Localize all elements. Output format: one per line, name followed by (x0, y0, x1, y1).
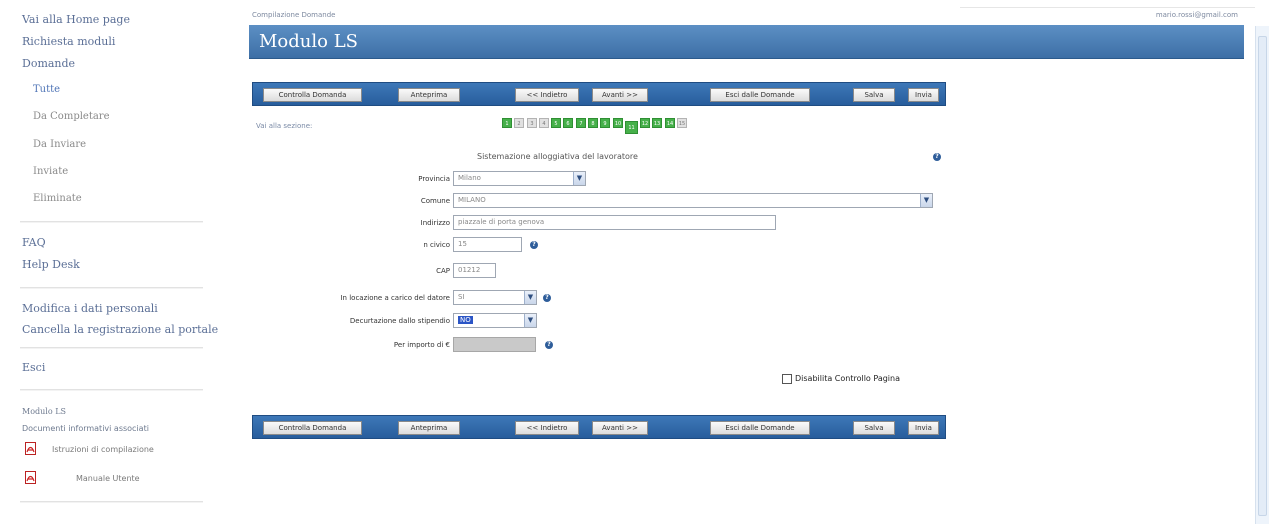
chevron-down-icon: ▼ (524, 291, 536, 304)
help-icon[interactable]: ? (545, 341, 553, 349)
provincia-value: Milano (458, 174, 481, 182)
chevron-down-icon: ▼ (524, 314, 536, 327)
civico-input[interactable]: 15 (453, 237, 522, 252)
faq-link[interactable]: FAQ (22, 236, 46, 249)
next-button[interactable]: Avanti >> (592, 88, 648, 102)
scrollbar[interactable] (1255, 26, 1269, 524)
home-link[interactable]: Vai alla Home page (22, 13, 130, 26)
locazione-select[interactable]: SI ▼ (453, 290, 537, 305)
cap-label: CAP (436, 267, 450, 275)
cap-value: 01212 (458, 266, 481, 274)
docs-heading: Documenti informativi associati (22, 424, 149, 433)
send-button[interactable]: Invia (908, 421, 939, 435)
back-button[interactable]: << Indietro (515, 421, 579, 435)
decurtazione-label: Decurtazione dallo stipendio (349, 317, 450, 325)
importo-label: Per importo di € (393, 341, 450, 349)
exit-applications-button[interactable]: Esci dalle Domande (710, 421, 810, 435)
section-title: Sistemazione alloggiativa del lavoratore (477, 152, 638, 161)
preview-button[interactable]: Anteprima (398, 88, 460, 102)
send-button[interactable]: Invia (908, 88, 939, 102)
help-desk-link[interactable]: Help Desk (22, 258, 80, 271)
applications-link[interactable]: Domande (22, 57, 75, 70)
request-forms-link[interactable]: Richiesta moduli (22, 35, 115, 48)
section-nav-item[interactable]: 5 (551, 118, 561, 128)
provincia-label: Provincia (418, 175, 450, 183)
scroll-thumb[interactable] (1258, 36, 1267, 516)
section-nav-item[interactable]: 10 (613, 118, 623, 128)
module-name: Modulo LS (22, 407, 66, 416)
help-icon[interactable]: ? (543, 294, 551, 302)
sidebar-divider (20, 501, 203, 503)
sidebar-divider (20, 221, 203, 223)
sidebar: Vai alla Home page Richiesta moduli Doma… (0, 0, 245, 524)
decurtazione-select[interactable]: NO ▼ (453, 313, 537, 328)
section-nav-item[interactable]: 9 (600, 118, 610, 128)
pdf-icon (25, 471, 36, 484)
help-icon[interactable]: ? (933, 153, 941, 161)
sidebar-item-all[interactable]: Tutte (33, 84, 60, 95)
civico-value: 15 (458, 240, 467, 248)
chevron-down-icon: ▼ (920, 194, 932, 207)
help-icon[interactable]: ? (530, 241, 538, 249)
next-button[interactable]: Avanti >> (592, 421, 648, 435)
edit-profile-link[interactable]: Modifica i dati personali (22, 302, 158, 315)
sidebar-item-to-complete[interactable]: Da Completare (33, 111, 110, 122)
bottom-toolbar: Controlla Domanda Anteprima << Indietro … (252, 415, 946, 439)
goto-section-label: Vai alla sezione: (256, 122, 313, 130)
save-button[interactable]: Salva (853, 421, 895, 435)
section-nav-item[interactable]: 6 (563, 118, 573, 128)
check-application-button[interactable]: Controlla Domanda (263, 88, 362, 102)
top-toolbar: Controlla Domanda Anteprima << Indietro … (252, 82, 946, 106)
section-nav-item[interactable]: 12 (640, 118, 650, 128)
breadcrumb: Compilazione Domande (252, 11, 336, 19)
section-nav-item[interactable]: 3 (527, 118, 537, 128)
decurtazione-value: NO (458, 316, 473, 324)
importo-input[interactable] (453, 337, 536, 352)
section-nav-item[interactable]: 4 (539, 118, 549, 128)
indirizzo-label: Indirizzo (420, 219, 450, 227)
sidebar-item-deleted[interactable]: Eliminate (33, 193, 82, 204)
check-application-button[interactable]: Controlla Domanda (263, 421, 362, 435)
pdf-icon (25, 442, 36, 455)
section-nav-item[interactable]: 8 (588, 118, 598, 128)
comune-select[interactable]: MILANO ▼ (453, 193, 933, 208)
provincia-select[interactable]: Milano ▼ (453, 171, 586, 186)
back-button[interactable]: << Indietro (515, 88, 579, 102)
comune-label: Comune (420, 197, 450, 205)
section-nav-item[interactable]: 1 (502, 118, 512, 128)
section-nav-item[interactable]: 14 (665, 118, 675, 128)
save-button[interactable]: Salva (853, 88, 895, 102)
sidebar-divider (20, 389, 203, 391)
header-line (960, 7, 1255, 8)
locazione-label: In locazione a carico del datore (340, 294, 450, 302)
instructions-doc-link[interactable]: Istruzioni di compilazione (52, 445, 154, 454)
civico-label: n civico (423, 241, 450, 249)
delete-registration-link[interactable]: Cancella la registrazione al portale (22, 323, 218, 336)
preview-button[interactable]: Anteprima (398, 421, 460, 435)
section-nav-item[interactable]: 7 (576, 118, 586, 128)
cap-input[interactable]: 01212 (453, 263, 496, 278)
user-email: mario.rossi@gmail.com (1155, 11, 1238, 19)
section-nav-item[interactable]: 13 (652, 118, 662, 128)
exit-link[interactable]: Esci (22, 361, 45, 374)
indirizzo-input[interactable]: piazzale di porta genova (453, 215, 776, 230)
page-title: Modulo LS (259, 31, 358, 52)
chevron-down-icon: ▼ (573, 172, 585, 185)
sidebar-item-sent[interactable]: Inviate (33, 166, 68, 177)
sidebar-divider (20, 347, 203, 349)
locazione-value: SI (458, 293, 465, 301)
comune-value: MILANO (458, 196, 486, 204)
user-manual-doc-link[interactable]: Manuale Utente (76, 474, 140, 483)
disable-page-check-checkbox[interactable] (782, 374, 792, 384)
disable-page-check-label: Disabilita Controllo Pagina (795, 374, 900, 383)
section-nav-item[interactable]: 2 (514, 118, 524, 128)
section-nav-item[interactable]: 11 (625, 121, 638, 134)
title-bar: Modulo LS (249, 25, 1244, 59)
indirizzo-value: piazzale di porta genova (458, 218, 545, 226)
exit-applications-button[interactable]: Esci dalle Domande (710, 88, 810, 102)
section-nav-item[interactable]: 15 (677, 118, 687, 128)
sidebar-item-to-send[interactable]: Da Inviare (33, 139, 86, 150)
sidebar-divider (20, 287, 203, 289)
